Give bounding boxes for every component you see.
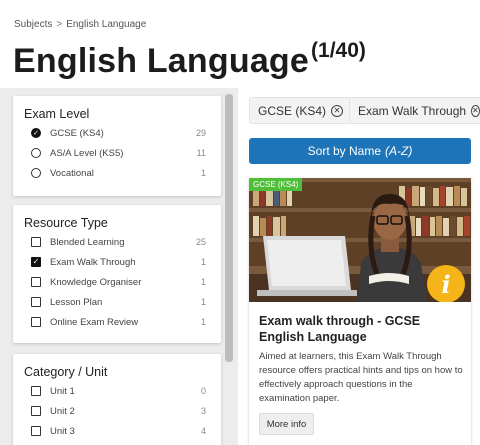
filter-resource-type: Resource Type Blended Learning 25 Exam W… xyxy=(13,205,221,343)
option-label: Exam Walk Through xyxy=(50,256,136,268)
exam-level-tag: GCSE (KS4) xyxy=(249,178,303,191)
checkbox-icon[interactable] xyxy=(31,406,41,416)
option-label: Vocational xyxy=(50,167,94,179)
filter-title: Exam Level xyxy=(24,107,90,121)
result-count: (1/40) xyxy=(311,39,366,62)
option-label: Unit 1 xyxy=(50,385,75,397)
filter-exam-level: Exam Level GCSE (KS4) 29 AS/A Level (KS5… xyxy=(13,96,221,196)
info-icon: i xyxy=(427,265,465,302)
option-count: 1 xyxy=(200,257,206,267)
breadcrumb: Subjects > English Language xyxy=(14,19,146,30)
filter-option-gcse[interactable]: GCSE (KS4) 29 xyxy=(31,126,206,140)
chip-label: GCSE (KS4) xyxy=(258,103,327,118)
option-count: 25 xyxy=(195,237,206,247)
page-title-text: English Language xyxy=(13,42,310,80)
option-label: Unit 2 xyxy=(50,405,75,417)
remove-circle-icon[interactable]: ✕ xyxy=(471,104,480,117)
filter-category-unit: Category / Unit Unit 1 0 Unit 2 3 Unit 3… xyxy=(13,354,221,445)
checkbox-icon[interactable] xyxy=(31,317,41,327)
option-count: 1 xyxy=(200,297,206,307)
active-filter-chip-exam-walk-through[interactable]: Exam Walk Through ✕ xyxy=(349,97,480,124)
option-label: GCSE (KS4) xyxy=(50,127,104,139)
option-count: 3 xyxy=(200,406,206,416)
option-count: 4 xyxy=(200,426,206,436)
option-label: AS/A Level (KS5) xyxy=(50,147,124,159)
checkbox-icon[interactable] xyxy=(31,277,41,287)
filter-option-lesson-plan[interactable]: Lesson Plan 1 xyxy=(31,295,206,309)
checkbox-icon[interactable] xyxy=(31,426,41,436)
resource-description: Aimed at learners, this Exam Walk Throug… xyxy=(259,351,463,404)
option-count: 1 xyxy=(200,317,206,327)
checkbox-icon[interactable] xyxy=(31,297,41,307)
filter-option-unit-2[interactable]: Unit 2 3 xyxy=(31,404,206,418)
checkbox-icon[interactable] xyxy=(31,237,41,247)
breadcrumb-subjects-link[interactable]: Subjects xyxy=(14,19,52,30)
resource-title[interactable]: Exam walk through - GCSE English Languag… xyxy=(259,313,464,345)
option-count: 1 xyxy=(200,277,206,287)
page-title: English Language(1/40) xyxy=(13,39,366,81)
filter-option-blended-learning[interactable]: Blended Learning 25 xyxy=(31,235,206,249)
option-count: 29 xyxy=(195,128,206,138)
resource-card[interactable]: GCSE (KS4) i Exam walk through - GCSE En… xyxy=(249,178,471,445)
sidebar-scrollbar[interactable] xyxy=(225,94,233,362)
option-label: Lesson Plan xyxy=(50,296,103,308)
resource-thumbnail[interactable]: GCSE (KS4) i xyxy=(249,178,471,302)
option-count: 0 xyxy=(200,386,206,396)
filter-title: Category / Unit xyxy=(24,365,108,379)
sort-label: Sort by Name xyxy=(307,144,382,158)
checkbox-icon[interactable] xyxy=(31,386,41,396)
filter-option-as-a-level[interactable]: AS/A Level (KS5) 11 xyxy=(31,146,206,160)
option-label: Blended Learning xyxy=(50,236,125,248)
chip-label: Exam Walk Through xyxy=(358,103,467,118)
filter-option-online-exam-review[interactable]: Online Exam Review 1 xyxy=(31,315,206,329)
breadcrumb-separator: > xyxy=(56,19,63,30)
breadcrumb-current: English Language xyxy=(66,19,147,30)
filter-option-knowledge-organiser[interactable]: Knowledge Organiser 1 xyxy=(31,275,206,289)
filter-option-vocational[interactable]: Vocational 1 xyxy=(31,166,206,180)
option-label: Knowledge Organiser xyxy=(50,276,142,288)
filter-title: Resource Type xyxy=(24,216,108,230)
option-count: 11 xyxy=(196,148,206,158)
remove-circle-icon[interactable]: ✕ xyxy=(331,104,344,117)
filter-option-exam-walk-through[interactable]: Exam Walk Through 1 xyxy=(31,255,206,269)
option-label: Online Exam Review xyxy=(50,316,139,328)
more-info-button[interactable]: More info xyxy=(259,413,314,435)
radio-checked-icon[interactable] xyxy=(31,128,41,138)
option-count: 1 xyxy=(200,168,206,178)
filter-option-unit-3[interactable]: Unit 3 4 xyxy=(31,424,206,438)
checkbox-checked-icon[interactable] xyxy=(31,257,41,267)
sort-button[interactable]: Sort by Name (A-Z) xyxy=(249,138,471,164)
filter-option-unit-1[interactable]: Unit 1 0 xyxy=(31,384,206,398)
option-label: Unit 3 xyxy=(50,425,75,437)
sort-order: (A-Z) xyxy=(385,144,413,158)
radio-icon[interactable] xyxy=(31,168,41,178)
active-filter-chip-gcse[interactable]: GCSE (KS4) ✕ xyxy=(249,97,353,124)
radio-icon[interactable] xyxy=(31,148,41,158)
